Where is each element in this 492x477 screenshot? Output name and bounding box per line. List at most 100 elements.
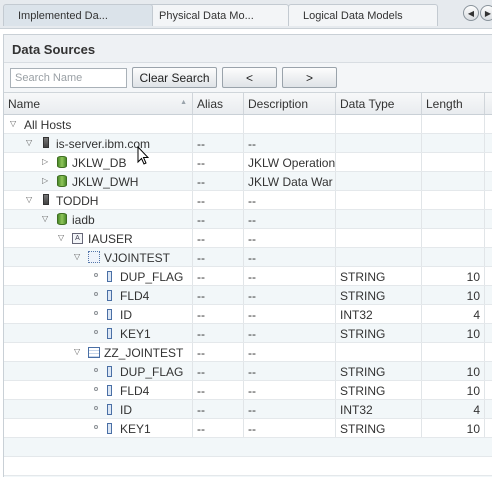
cell-description: -- — [244, 362, 336, 380]
collapse-toggle-icon[interactable]: ▽ — [42, 214, 52, 224]
tree-row[interactable]: ▷ JKLW_DWH -- JKLW Data War — [4, 172, 492, 191]
cell-alias: -- — [193, 229, 244, 247]
cell-description: -- — [244, 286, 336, 304]
tree-row[interactable]: ▽ A IAUSER -- -- — [4, 229, 492, 248]
cell-name[interactable]: FLD4 — [4, 381, 193, 399]
data-sources-panel: Data Sources Clear Search < > Name ▲ Ali… — [3, 34, 492, 477]
cell-data-type: STRING — [336, 362, 422, 380]
clear-search-button[interactable]: Clear Search — [132, 67, 217, 88]
column-header-description[interactable]: Description — [244, 93, 336, 114]
tab-scroll-left-icon[interactable]: ◀ — [463, 5, 479, 21]
tree-row[interactable]: ▽ All Hosts — [4, 115, 492, 134]
collapse-toggle-icon[interactable]: ▽ — [74, 252, 84, 262]
cell-length: 10 — [422, 267, 485, 285]
cell-description: JKLW Data War — [244, 172, 336, 190]
tree-row[interactable]: FLD4 -- -- STRING 10 — [4, 286, 492, 305]
cell-name[interactable]: DUP_FLAG — [4, 362, 193, 380]
cell-alias: -- — [193, 362, 244, 380]
tree-row[interactable]: DUP_FLAG -- -- STRING 10 — [4, 362, 492, 381]
tree-row[interactable]: KEY1 -- -- STRING 10 — [4, 324, 492, 343]
column-header-alias[interactable]: Alias — [193, 93, 244, 114]
collapse-toggle-icon[interactable]: ▽ — [74, 347, 84, 357]
cell-description: -- — [244, 419, 336, 437]
cell-name[interactable]: ID — [4, 400, 193, 418]
previous-match-button[interactable]: < — [222, 67, 277, 88]
collapse-toggle-icon[interactable]: ▽ — [10, 119, 20, 129]
cell-name[interactable]: ▷ JKLW_DB — [4, 153, 193, 171]
cell-description: -- — [244, 191, 336, 209]
collapse-toggle-icon[interactable]: ▽ — [26, 138, 36, 148]
cell-name[interactable]: ▽ ZZ_JOINTEST — [4, 343, 193, 361]
cell-length: 10 — [422, 419, 485, 437]
column-icon — [94, 364, 116, 378]
search-input[interactable] — [10, 68, 127, 88]
column-icon — [94, 326, 116, 340]
database-icon — [56, 155, 68, 169]
column-header-data-type[interactable]: Data Type — [336, 93, 422, 114]
cell-name[interactable]: KEY1 — [4, 324, 193, 342]
tab-physical-data-models[interactable]: Physical Data Mo... — [144, 4, 289, 26]
tree-row[interactable]: ▽ VJOINTEST -- -- — [4, 248, 492, 267]
tree-row[interactable]: ▽ ZZ_JOINTEST -- -- — [4, 343, 492, 362]
cell-name[interactable]: KEY1 — [4, 419, 193, 437]
expand-toggle-icon[interactable]: ▷ — [42, 176, 52, 186]
collapse-toggle-icon[interactable]: ▽ — [26, 195, 36, 205]
cell-name[interactable]: ID — [4, 305, 193, 323]
cell-length — [422, 210, 485, 228]
cell-name[interactable]: ▽ TODDH — [4, 191, 193, 209]
node-label: All Hosts — [24, 118, 72, 132]
empty-row — [4, 438, 492, 457]
tree-row[interactable]: ▽ TODDH -- -- — [4, 191, 492, 210]
cell-data-type — [336, 134, 422, 152]
column-header-length[interactable]: Length — [422, 93, 485, 114]
node-label: ZZ_JOINTEST — [104, 346, 184, 360]
cell-data-type — [336, 210, 422, 228]
tree-row[interactable]: ▽ is-server.ibm.com -- -- — [4, 134, 492, 153]
cell-alias: -- — [193, 286, 244, 304]
tree-row[interactable]: FLD4 -- -- STRING 10 — [4, 381, 492, 400]
cell-description: JKLW Operation — [244, 153, 336, 171]
tab-scroll-right-icon[interactable]: ▶ — [480, 5, 492, 21]
cell-name[interactable]: FLD4 — [4, 286, 193, 304]
next-match-button[interactable]: > — [282, 67, 337, 88]
column-icon — [94, 288, 116, 302]
cell-name[interactable]: ▽ VJOINTEST — [4, 248, 193, 266]
cell-description — [244, 115, 336, 133]
cell-name[interactable]: ▷ JKLW_DWH — [4, 172, 193, 190]
column-icon — [94, 307, 116, 321]
cell-data-type — [336, 343, 422, 361]
cell-name[interactable]: ▽ A IAUSER — [4, 229, 193, 247]
tree-row[interactable]: ▽ iadb -- -- — [4, 210, 492, 229]
cell-length: 10 — [422, 286, 485, 304]
collapse-toggle-icon[interactable]: ▽ — [58, 233, 68, 243]
cell-length: 4 — [422, 305, 485, 323]
cell-data-type: STRING — [336, 267, 422, 285]
cell-name[interactable]: ▽ All Hosts — [4, 115, 193, 133]
column-icon — [94, 421, 116, 435]
node-label: is-server.ibm.com — [56, 137, 151, 151]
cell-length — [422, 229, 485, 247]
cell-length — [422, 191, 485, 209]
column-header-name[interactable]: Name ▲ — [4, 93, 193, 114]
cell-name[interactable]: ▽ is-server.ibm.com — [4, 134, 193, 152]
tab-label: Physical Data Mo... — [159, 10, 254, 22]
cell-data-type: STRING — [336, 381, 422, 399]
tab-implemented-data-resources[interactable]: Implemented Da... — [3, 4, 153, 26]
mouse-cursor-icon — [137, 146, 149, 165]
tree-row[interactable]: ID -- -- INT32 4 — [4, 400, 492, 419]
tree-row[interactable]: DUP_FLAG -- -- STRING 10 — [4, 267, 492, 286]
sort-arrow-icon: ▲ — [180, 99, 187, 106]
cell-length: 10 — [422, 381, 485, 399]
cell-name[interactable]: DUP_FLAG — [4, 267, 193, 285]
cell-data-type — [336, 115, 422, 133]
cell-alias: -- — [193, 248, 244, 266]
cell-alias: -- — [193, 324, 244, 342]
tree-row[interactable]: ▷ JKLW_DB -- JKLW Operation — [4, 153, 492, 172]
cell-data-type — [336, 153, 422, 171]
expand-toggle-icon[interactable]: ▷ — [42, 157, 52, 167]
cell-name[interactable]: ▽ iadb — [4, 210, 193, 228]
cell-alias: -- — [193, 172, 244, 190]
tree-row[interactable]: KEY1 -- -- STRING 10 — [4, 419, 492, 438]
tree-row[interactable]: ID -- -- INT32 4 — [4, 305, 492, 324]
tab-logical-data-models[interactable]: Logical Data Models — [288, 4, 438, 26]
